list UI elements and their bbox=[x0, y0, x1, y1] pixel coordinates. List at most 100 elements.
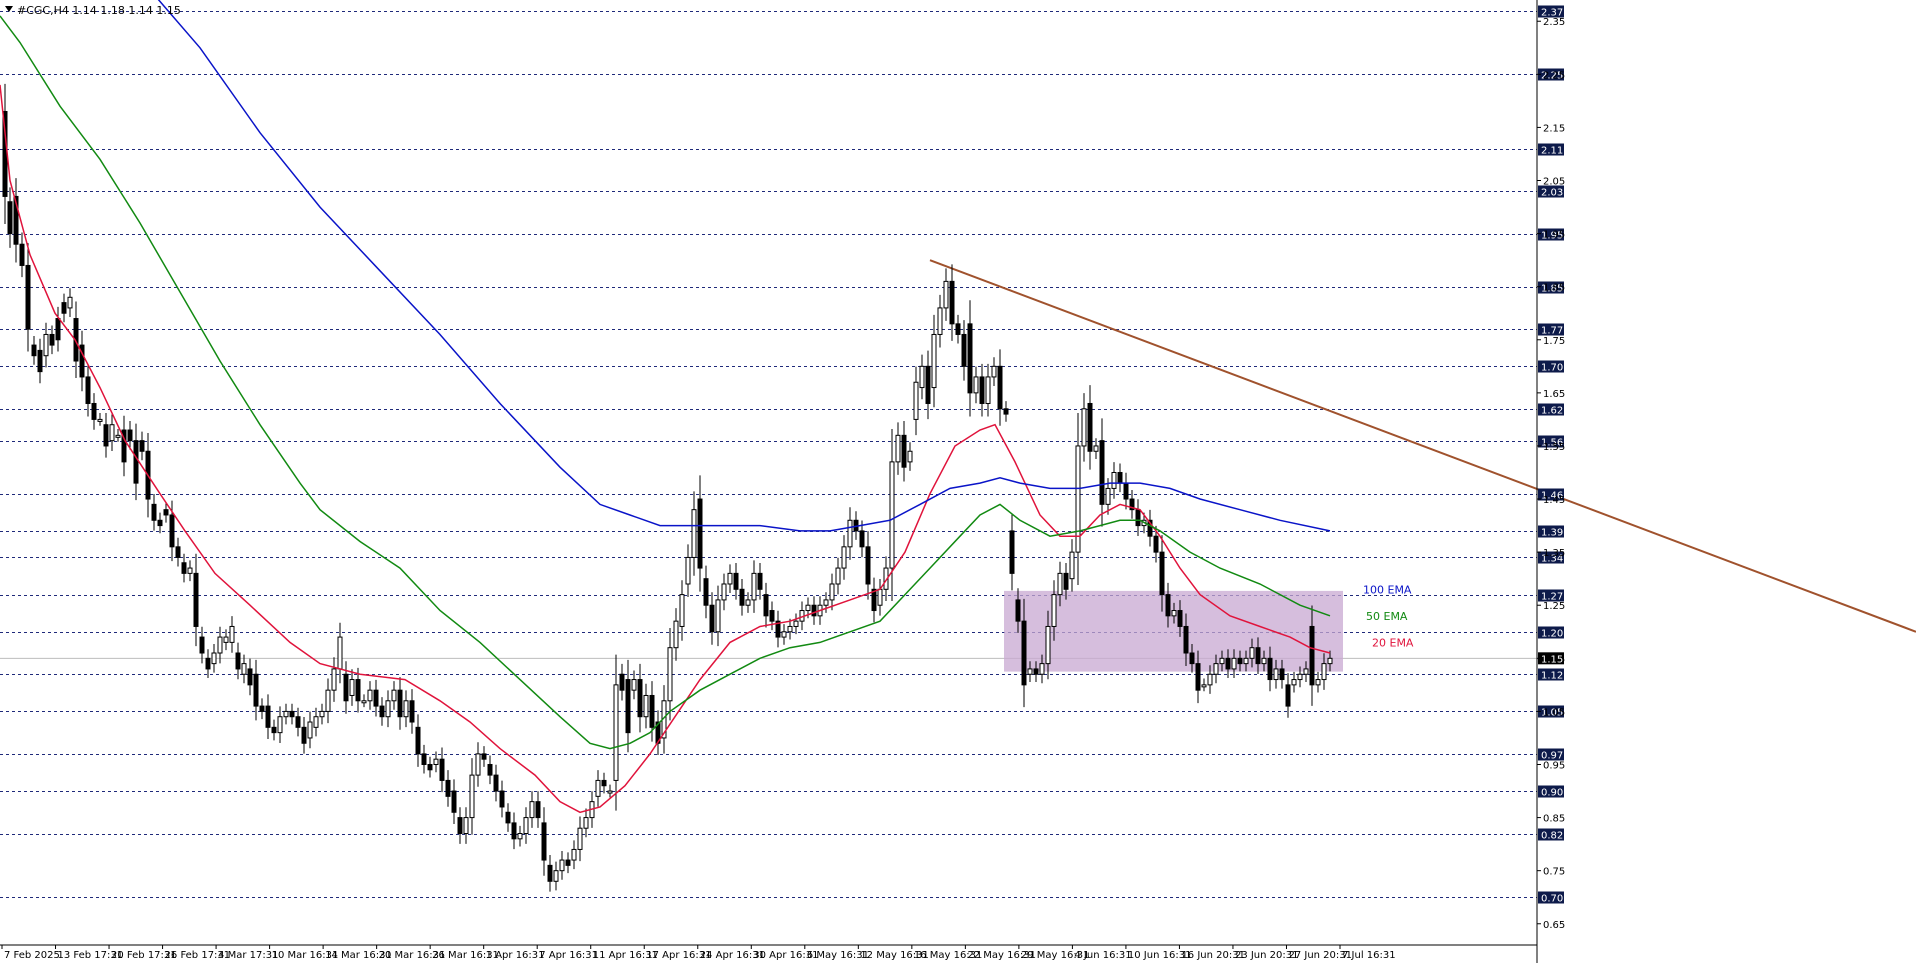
candle-body bbox=[583, 817, 589, 829]
candle-body bbox=[1309, 625, 1315, 686]
candle-body bbox=[427, 763, 433, 771]
y-tick-label: 1.45 bbox=[1543, 495, 1565, 506]
candle-body bbox=[787, 625, 793, 633]
candle-body bbox=[385, 700, 391, 718]
candle-body bbox=[421, 753, 427, 765]
candle-body bbox=[859, 530, 865, 548]
y-tick-label: 0.65 bbox=[1543, 920, 1565, 931]
candle-body bbox=[607, 790, 613, 794]
candle-body bbox=[637, 679, 643, 718]
candle-body bbox=[37, 349, 43, 373]
candle-body bbox=[517, 833, 523, 840]
y-tick-label: 1.35 bbox=[1543, 548, 1565, 559]
candle-body bbox=[511, 822, 517, 840]
candle-body bbox=[457, 817, 463, 835]
y-tick-label: 1.25 bbox=[1543, 601, 1565, 612]
chart-background bbox=[0, 0, 1916, 963]
candle-body bbox=[193, 572, 199, 627]
candle-body bbox=[1273, 668, 1279, 681]
x-tick-label: 4 Jun 16:31 bbox=[1074, 950, 1131, 961]
ema-label-ema20: 20 EMA bbox=[1372, 636, 1414, 649]
chart-header: #CGC,H4 1.14 1.18 1.14 1.15 bbox=[5, 4, 181, 17]
y-tick-label: 1.55 bbox=[1543, 442, 1565, 453]
price-chart[interactable]: 100 EMA50 EMA20 EMA 2.372.252.112.031.95… bbox=[0, 0, 1916, 963]
level-label: 1.62 bbox=[1541, 406, 1563, 417]
y-tick-label: 1.95 bbox=[1543, 230, 1565, 241]
candle-body bbox=[139, 440, 145, 452]
candle-body bbox=[487, 763, 493, 776]
candle-body bbox=[1255, 647, 1261, 665]
candle-body bbox=[565, 859, 571, 866]
candle-body bbox=[1315, 679, 1321, 686]
candle-body bbox=[1117, 472, 1123, 484]
candle-body bbox=[841, 546, 847, 569]
candle-body bbox=[1003, 408, 1009, 415]
level-label: 2.11 bbox=[1541, 146, 1563, 157]
y-tick-label: 2.25 bbox=[1543, 70, 1565, 81]
candle-body bbox=[1213, 663, 1219, 675]
candle-body bbox=[943, 280, 949, 309]
candle-body bbox=[1009, 530, 1015, 574]
x-tick-label: 1 Apr 16:31 bbox=[486, 950, 545, 961]
candle-body bbox=[1063, 572, 1069, 590]
y-tick-label: 1.85 bbox=[1543, 283, 1565, 294]
candle-body bbox=[667, 647, 673, 702]
candle-body bbox=[211, 652, 217, 665]
candle-body bbox=[1093, 445, 1099, 452]
candle-body bbox=[1237, 657, 1243, 665]
candle-body bbox=[973, 376, 979, 394]
candle-body bbox=[1207, 673, 1213, 686]
current-price-label: 1.15 bbox=[1541, 654, 1563, 665]
candle-body bbox=[493, 774, 499, 792]
candle-body bbox=[547, 864, 553, 882]
candle-body bbox=[559, 859, 565, 872]
candle-body bbox=[937, 307, 943, 335]
candle-body bbox=[1249, 647, 1255, 659]
candle-body bbox=[433, 758, 439, 765]
candle-body bbox=[1267, 657, 1273, 681]
candle-body bbox=[1051, 594, 1057, 627]
candle-body bbox=[481, 753, 487, 760]
candle-body bbox=[283, 710, 289, 718]
candle-body bbox=[355, 679, 361, 702]
candle-body bbox=[553, 870, 559, 882]
candle-body bbox=[1195, 663, 1201, 691]
candle-body bbox=[109, 424, 115, 442]
candle-body bbox=[1105, 487, 1111, 505]
candle-body bbox=[31, 344, 37, 357]
candle-body bbox=[97, 418, 103, 422]
candle-body bbox=[361, 700, 367, 704]
candle-body bbox=[1165, 594, 1171, 617]
candle-body bbox=[307, 721, 313, 739]
candle-body bbox=[757, 572, 763, 590]
candle-body bbox=[619, 673, 625, 691]
candle-body bbox=[925, 365, 931, 404]
candle-body bbox=[697, 498, 703, 569]
candle-body bbox=[823, 599, 829, 606]
candle-body bbox=[397, 689, 403, 718]
candle-body bbox=[907, 450, 913, 463]
candle-body bbox=[751, 572, 757, 601]
candle-body bbox=[1177, 610, 1183, 627]
candle-body bbox=[1231, 657, 1237, 670]
level-label: 2.03 bbox=[1541, 188, 1563, 199]
candle-body bbox=[1321, 663, 1327, 681]
candle-body bbox=[1291, 679, 1297, 686]
candle-body bbox=[223, 636, 229, 643]
candle-body bbox=[319, 710, 325, 718]
candle-body bbox=[931, 333, 937, 389]
candle-body bbox=[769, 610, 775, 622]
candle-body bbox=[625, 679, 631, 734]
candle-body bbox=[1219, 657, 1225, 665]
candle-body bbox=[61, 302, 67, 314]
candle-body bbox=[403, 700, 409, 718]
candle-body bbox=[1123, 482, 1129, 500]
candle-body bbox=[1279, 668, 1285, 681]
candle-body bbox=[727, 572, 733, 585]
candle-body bbox=[55, 318, 61, 341]
candle-body bbox=[349, 679, 355, 696]
y-tick-label: 0.85 bbox=[1543, 814, 1565, 825]
candle-body bbox=[85, 376, 91, 404]
candle-body bbox=[1033, 668, 1039, 675]
candle-body bbox=[805, 604, 811, 612]
